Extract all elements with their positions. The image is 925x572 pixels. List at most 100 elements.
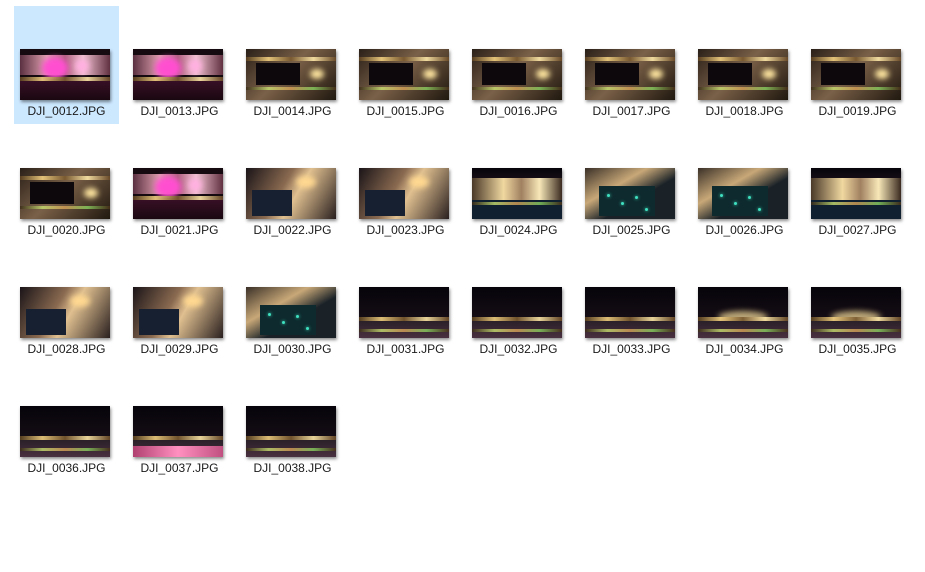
file-item[interactable]: DJI_0035.JPG [805, 244, 910, 362]
photo-thumbnail [20, 168, 110, 219]
thumbnail-detail [359, 87, 449, 90]
file-name-label: DJI_0012.JPG [27, 104, 106, 118]
thumbnail-detail [734, 202, 737, 205]
thumbnail-detail [472, 87, 562, 90]
thumbnail-detail [133, 198, 223, 219]
file-item[interactable]: DJI_0015.JPG [353, 6, 458, 124]
thumbnail-detail [712, 186, 768, 216]
thumbnail-detail [296, 315, 299, 318]
thumbnail-detail [268, 313, 271, 316]
thumbnail-detail [20, 406, 110, 436]
file-item[interactable]: DJI_0030.JPG [240, 244, 345, 362]
thumbnail-detail [472, 178, 562, 200]
thumbnail-detail [649, 69, 663, 79]
file-item[interactable]: DJI_0026.JPG [692, 125, 797, 243]
thumbnail-detail [188, 178, 202, 192]
file-item[interactable]: DJI_0013.JPG [127, 6, 232, 124]
thumbnail-detail [698, 329, 788, 332]
file-item[interactable]: DJI_0021.JPG [127, 125, 232, 243]
photo-thumbnail [698, 287, 788, 338]
file-item[interactable]: DJI_0018.JPG [692, 6, 797, 124]
file-item[interactable]: DJI_0037.JPG [127, 363, 232, 481]
file-item[interactable]: DJI_0031.JPG [353, 244, 458, 362]
thumbnail-detail [811, 178, 901, 200]
thumbnail-detail [20, 176, 110, 180]
file-item[interactable]: DJI_0022.JPG [240, 125, 345, 243]
thumbnail-detail [762, 69, 776, 79]
file-name-label: DJI_0038.JPG [253, 461, 332, 475]
thumbnail-detail [155, 176, 181, 198]
file-item[interactable]: DJI_0024.JPG [466, 125, 571, 243]
thumbnail-detail [282, 321, 285, 324]
thumbnail-detail [585, 57, 675, 61]
file-item[interactable]: DJI_0032.JPG [466, 244, 571, 362]
thumbnail-detail [621, 202, 624, 205]
file-item[interactable]: DJI_0019.JPG [805, 6, 910, 124]
file-item[interactable]: DJI_0029.JPG [127, 244, 232, 362]
file-item[interactable]: DJI_0036.JPG [14, 363, 119, 481]
photo-thumbnail [246, 168, 336, 219]
file-name-label: DJI_0029.JPG [140, 342, 219, 356]
file-name-label: DJI_0023.JPG [366, 223, 445, 237]
file-name-label: DJI_0025.JPG [592, 223, 671, 237]
file-name-label: DJI_0018.JPG [705, 104, 784, 118]
photo-thumbnail [359, 49, 449, 100]
file-item[interactable]: DJI_0033.JPG [579, 244, 684, 362]
file-name-label: DJI_0017.JPG [592, 104, 671, 118]
photo-thumbnail [246, 406, 336, 457]
file-item[interactable]: DJI_0034.JPG [692, 244, 797, 362]
thumbnail-detail [585, 329, 675, 332]
thumbnail-detail [536, 69, 550, 79]
thumbnail-detail [75, 59, 89, 73]
thumbnail-detail [472, 168, 562, 178]
thumbnail-detail [698, 57, 788, 61]
photo-thumbnail [359, 168, 449, 219]
file-item[interactable]: DJI_0025.JPG [579, 125, 684, 243]
thumbnail-detail [811, 87, 901, 90]
file-item[interactable]: DJI_0017.JPG [579, 6, 684, 124]
thumbnail-detail [139, 309, 179, 335]
thumbnail-detail [84, 188, 98, 198]
thumbnail-detail [20, 448, 110, 451]
file-item[interactable]: DJI_0014.JPG [240, 6, 345, 124]
file-name-label: DJI_0037.JPG [140, 461, 219, 475]
file-item[interactable]: DJI_0012.JPG [14, 6, 119, 124]
file-item[interactable]: DJI_0038.JPG [240, 363, 345, 481]
thumbnail-detail [310, 69, 324, 79]
thumbnail-detail [20, 79, 110, 100]
photo-thumbnail [133, 287, 223, 338]
thumbnail-detail [26, 309, 66, 335]
file-item[interactable]: DJI_0027.JPG [805, 125, 910, 243]
thumbnail-detail [708, 63, 752, 85]
thumbnail-detail [42, 57, 68, 79]
photo-thumbnail [133, 168, 223, 219]
file-name-label: DJI_0028.JPG [27, 342, 106, 356]
file-item[interactable]: DJI_0023.JPG [353, 125, 458, 243]
file-name-label: DJI_0027.JPG [818, 223, 897, 237]
thumbnail-detail [306, 327, 309, 330]
file-name-label: DJI_0035.JPG [818, 342, 897, 356]
file-name-label: DJI_0031.JPG [366, 342, 445, 356]
thumbnail-detail [811, 57, 901, 61]
file-item[interactable]: DJI_0020.JPG [14, 125, 119, 243]
photo-thumbnail [585, 287, 675, 338]
photo-thumbnail [472, 287, 562, 338]
thumbnail-detail [472, 329, 562, 332]
thumbnail-detail [758, 208, 761, 211]
file-item[interactable]: DJI_0016.JPG [466, 6, 571, 124]
thumbnail-detail [482, 63, 526, 85]
photo-thumbnail [246, 49, 336, 100]
file-name-label: DJI_0014.JPG [253, 104, 332, 118]
thumbnail-detail [359, 287, 449, 317]
file-item[interactable]: DJI_0028.JPG [14, 244, 119, 362]
photo-thumbnail [20, 406, 110, 457]
thumbnail-detail [472, 202, 562, 205]
photo-thumbnail [585, 168, 675, 219]
thumbnail-detail [296, 176, 316, 188]
thumbnail-detail [645, 208, 648, 211]
file-name-label: DJI_0033.JPG [592, 342, 671, 356]
thumbnail-detail [748, 196, 751, 199]
file-name-label: DJI_0020.JPG [27, 223, 106, 237]
photo-thumbnail [133, 406, 223, 457]
thumbnail-detail [472, 57, 562, 61]
